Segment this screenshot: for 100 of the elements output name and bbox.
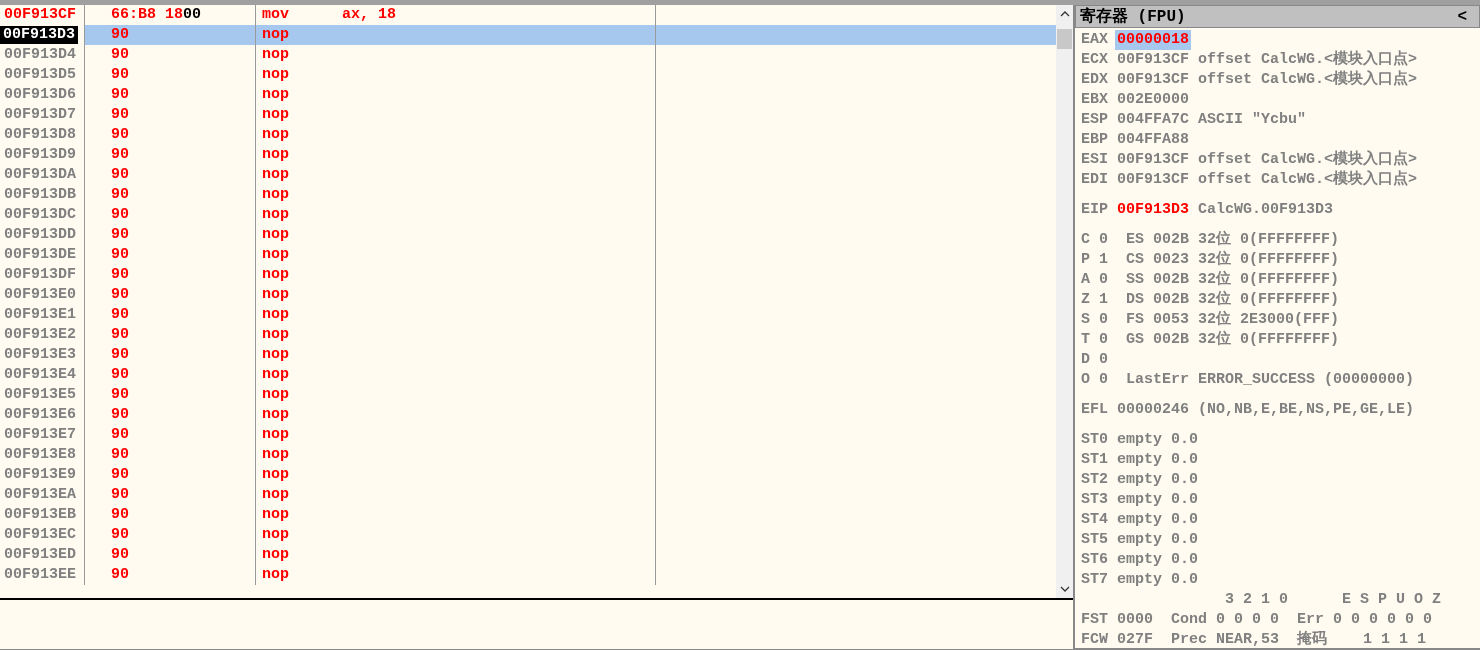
register-name: FST [1081, 610, 1108, 630]
register-value[interactable]: empty [1115, 550, 1165, 570]
register-value[interactable]: 00F913CF [1115, 50, 1192, 70]
disassembly-row[interactable]: 00F913E0 90 nop [0, 285, 1056, 305]
register-comment: Cond 0 0 0 0 Err 0 0 0 0 0 0 [1170, 610, 1433, 630]
register-name: D [1081, 350, 1090, 370]
mnemonic-text: nop [262, 45, 290, 65]
register-value[interactable]: empty [1115, 430, 1165, 450]
disassembly-row[interactable]: 00F913DE 90 nop [0, 245, 1056, 265]
register-value[interactable]: 0 [1097, 330, 1111, 350]
register-value[interactable]: 0 [1097, 310, 1111, 330]
address-text: 00F913DA [4, 166, 76, 184]
register-value[interactable]: 00000018 [1115, 30, 1192, 50]
address-text: 00F913D4 [4, 46, 76, 64]
scroll-down-icon[interactable] [1059, 586, 1070, 592]
register-value[interactable]: empty [1115, 490, 1165, 510]
disassembly-row[interactable]: 00F913E3 90 nop [0, 345, 1056, 365]
mnemonic-text: nop [262, 345, 290, 365]
register-value[interactable]: 0 [1097, 350, 1111, 370]
register-value[interactable]: 004FFA7C [1115, 110, 1192, 130]
mnemonic-text: nop [262, 305, 290, 325]
register-value[interactable]: 027F [1115, 630, 1156, 650]
disassembly-row[interactable]: 00F913E8 90 nop [0, 445, 1056, 465]
register-name: C [1081, 230, 1090, 250]
register-value[interactable]: empty [1115, 450, 1165, 470]
address-text: 00F913E8 [4, 446, 76, 464]
disassembly-row[interactable]: 00F913EB 90 nop [0, 505, 1056, 525]
mnemonic-text: nop [262, 145, 290, 165]
register-value[interactable]: 00000246 [1115, 400, 1192, 420]
hex-bytes-text: 90 [111, 186, 129, 203]
disassembly-row[interactable]: 00F913DF 90 nop [0, 265, 1056, 285]
disassembly-row[interactable]: 00F913EC 90 nop [0, 525, 1056, 545]
address-text: 00F913CF [4, 6, 76, 24]
register-value[interactable]: 00F913CF [1115, 70, 1192, 90]
register-name: ESI [1081, 150, 1108, 170]
disassembly-row[interactable]: 00F913EA 90 nop [0, 485, 1056, 505]
register-value[interactable]: 00F913CF [1115, 150, 1192, 170]
disassembly-row[interactable]: 00F913EE 90 nop [0, 565, 1056, 585]
register-comment: ES 002B 32位 0(FFFFFFFF) [1125, 230, 1340, 250]
address-text: 00F913EE [4, 566, 76, 584]
disassembly-row[interactable]: 00F913D4 90 nop [0, 45, 1056, 65]
register-comment: 0.0 [1171, 570, 1199, 590]
register-name: T [1081, 330, 1090, 350]
scroll-thumb[interactable] [1057, 29, 1072, 49]
mnemonic-text: nop [262, 25, 290, 45]
register-value[interactable]: 00F913D3 [1115, 200, 1192, 220]
disassembly-row[interactable]: 00F913D5 90 nop [0, 65, 1056, 85]
disassembly-row[interactable]: 00F913DB 90 nop [0, 185, 1056, 205]
disassembly-row[interactable]: 00F913DC 90 nop [0, 205, 1056, 225]
hex-bytes-text: 90 [111, 526, 129, 543]
hex-bytes-text: 90 [111, 346, 129, 363]
scroll-up-icon[interactable] [1059, 11, 1070, 17]
disassembly-row[interactable]: 00F913D3 90 nop [0, 25, 1056, 45]
register-value[interactable]: 004FFA88 [1115, 130, 1192, 150]
address-text: 00F913E5 [4, 386, 76, 404]
register-value[interactable]: 1 [1097, 250, 1111, 270]
register-value[interactable]: empty [1115, 530, 1165, 550]
register-value[interactable]: 0 [1097, 270, 1111, 290]
mnemonic-text: nop [262, 205, 290, 225]
disassembly-row[interactable]: 00F913D6 90 nop [0, 85, 1056, 105]
register-comment: CalcWG.00F913D3 [1198, 200, 1334, 220]
disassembly-row[interactable]: 00F913E5 90 nop [0, 385, 1056, 405]
hex-bytes-text: 90 [111, 126, 129, 143]
disassembly-row[interactable]: 00F913E6 90 nop [0, 405, 1056, 425]
register-comment: 0.0 [1171, 530, 1199, 550]
register-comment: offset CalcWG.<模块入口点> [1198, 150, 1418, 170]
collapse-button[interactable]: < [1451, 7, 1473, 26]
disassembly-row[interactable]: 00F913D9 90 nop [0, 145, 1056, 165]
register-value[interactable]: 1 [1097, 290, 1111, 310]
disassembly-row[interactable]: 00F913D8 90 nop [0, 125, 1056, 145]
register-value[interactable]: 0 [1097, 230, 1111, 250]
address-text: 00F913ED [4, 546, 76, 564]
register-value[interactable]: 00F913CF [1115, 170, 1192, 190]
mnemonic-text: nop [262, 385, 290, 405]
disassembly-row[interactable]: 00F913ED 90 nop [0, 545, 1056, 565]
disassembly-row[interactable]: 00F913E1 90 nop [0, 305, 1056, 325]
register-value[interactable]: 002E0000 [1115, 90, 1192, 110]
disassembly-row[interactable]: 00F913E4 90 nop [0, 365, 1056, 385]
register-value[interactable]: empty [1115, 570, 1165, 590]
register-comment: 0.0 [1171, 510, 1199, 530]
mnemonic-text: nop [262, 285, 290, 305]
disassembly-row[interactable]: 00F913DD 90 nop [0, 225, 1056, 245]
disassembly-row[interactable]: 00F913D7 90 nop [0, 105, 1056, 125]
register-value[interactable]: empty [1115, 510, 1165, 530]
register-name: ST4 [1081, 510, 1108, 530]
register-comment: GS 002B 32位 0(FFFFFFFF) [1125, 330, 1340, 350]
disassembly-row[interactable]: 00F913E7 90 nop [0, 425, 1056, 445]
register-name: ST2 [1081, 470, 1108, 490]
register-comment: 3 2 1 0 E S P U O Z [1224, 590, 1442, 610]
hex-bytes-text: 90 [111, 66, 129, 83]
register-comment: ASCII "Ycbu" [1198, 110, 1307, 130]
address-text: 00F913E2 [4, 326, 76, 344]
disassembly-row[interactable]: 00F913DA 90 nop [0, 165, 1056, 185]
register-value[interactable]: 0000 [1115, 610, 1156, 630]
register-name: ST7 [1081, 570, 1108, 590]
vertical-scrollbar[interactable] [1056, 5, 1073, 598]
register-value[interactable]: 0 [1097, 370, 1111, 390]
disassembly-row[interactable]: 00F913E9 90 nop [0, 465, 1056, 485]
register-value[interactable]: empty [1115, 470, 1165, 490]
disassembly-row[interactable]: 00F913E2 90 nop [0, 325, 1056, 345]
